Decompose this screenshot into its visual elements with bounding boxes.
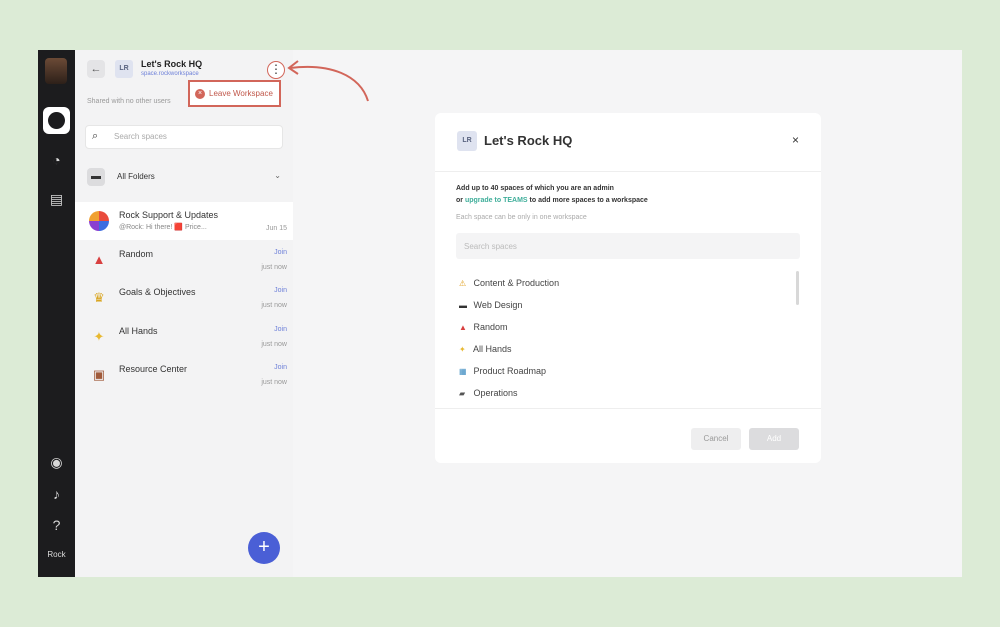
space-icon	[89, 211, 109, 231]
upgrade-prefix: or	[456, 197, 463, 204]
workspace-subtitle[interactable]: space.rockworkspace	[141, 71, 199, 77]
space-option[interactable]: ▬ Web Design	[459, 300, 559, 322]
workspace-icon[interactable]	[43, 107, 70, 134]
space-option[interactable]: ⚠ Content & Production	[459, 278, 559, 300]
book-icon: ▣	[92, 367, 106, 382]
dialog-instruction: Add up to 40 spaces of which you are an …	[456, 185, 614, 192]
list-item[interactable]: ♛ Goals & Objectives Join just now	[75, 279, 293, 317]
space-name: Random	[119, 249, 154, 259]
space-option-label: Web Design	[473, 300, 523, 310]
space-time: just now	[261, 341, 287, 348]
spaces-list: ⚠ Content & Production ▬ Web Design ▲ Ra…	[459, 278, 559, 410]
document-icon[interactable]: ▤	[48, 191, 65, 208]
list-item[interactable]: ▲ Random Join just now	[75, 241, 293, 279]
list-item[interactable]: Rock Support & Updates @Rock: Hi there! …	[75, 202, 293, 240]
space-option-label: All Hands	[473, 344, 512, 354]
sparkle-icon: ✦	[459, 345, 466, 354]
space-time: just now	[261, 264, 287, 271]
join-link[interactable]: Join	[274, 287, 287, 294]
space-option-label: Operations	[473, 388, 518, 398]
trophy-icon: ♛	[93, 290, 105, 305]
divider	[435, 171, 821, 172]
space-option-label: Random	[473, 322, 508, 332]
avatar[interactable]	[45, 58, 67, 84]
folders-label: All Folders	[117, 172, 155, 181]
list-item[interactable]: ▣ Resource Center Join just now	[75, 356, 293, 394]
monitor-icon: ▬	[459, 301, 467, 310]
rail-footer-label: Rock	[47, 550, 66, 559]
sparkle-icon: ✦	[93, 329, 105, 344]
spaces-search-input[interactable]: Search spaces	[456, 233, 800, 259]
dialog-title: Let's Rock HQ	[484, 133, 573, 148]
space-time: Jun 15	[265, 225, 287, 232]
user-icon[interactable]: ◉	[48, 454, 65, 471]
map-icon: ▦	[459, 367, 467, 376]
close-icon[interactable]: ×	[792, 133, 799, 147]
warning-icon: ⚠	[459, 279, 467, 288]
clock-icon[interactable]: ◔	[48, 152, 65, 169]
space-option[interactable]: ✦ All Hands	[459, 344, 559, 366]
cancel-button[interactable]: Cancel	[691, 428, 741, 450]
app-rail: ◔ ▤ ◉ ♪ ? Rock	[38, 50, 75, 577]
upgrade-link[interactable]: upgrade to TEAMS	[465, 197, 528, 204]
annotation-arrow	[287, 60, 369, 102]
list-item[interactable]: ✦ All Hands Join just now	[75, 318, 293, 356]
space-name: Rock Support & Updates	[119, 210, 219, 220]
space-option-label: Content & Production	[473, 278, 560, 288]
search-placeholder: Search spaces	[464, 242, 517, 251]
add-space-button[interactable]: +	[248, 532, 280, 564]
upgrade-suffix: to add more spaces to a workspace	[529, 197, 648, 204]
dialog-upgrade-line: or upgrade to TEAMS to add more spaces t…	[456, 197, 648, 204]
space-time: just now	[261, 379, 287, 386]
space-name: Goals & Objectives	[119, 287, 196, 297]
leave-workspace-button[interactable]: × Leave Workspace	[188, 80, 281, 107]
back-icon[interactable]: ←	[87, 60, 105, 78]
workspace-badge: LR	[457, 131, 477, 151]
add-button[interactable]: Add	[749, 428, 799, 450]
space-option-label: Product Roadmap	[473, 366, 547, 376]
toolbox-icon: ▰	[459, 389, 466, 398]
workspace-name: Let's Rock HQ	[141, 59, 203, 69]
space-option[interactable]: ▦ Product Roadmap	[459, 366, 559, 388]
space-preview: @Rock: Hi there! 🟥 Price...	[119, 224, 207, 231]
folder-icon: ▬	[87, 168, 105, 186]
leave-workspace-label: Leave Workspace	[209, 89, 273, 98]
divider	[435, 408, 821, 409]
dialog-note: Each space can be only in one workspace	[456, 214, 587, 221]
join-link[interactable]: Join	[274, 364, 287, 371]
space-name: Resource Center	[119, 364, 188, 374]
space-option[interactable]: ▲ Random	[459, 322, 559, 344]
search-input[interactable]: ⌕ Search spaces	[85, 125, 283, 149]
space-option[interactable]: ▰ Operations	[459, 388, 559, 410]
chevron-down-icon: ⌄	[274, 171, 281, 180]
sidebar: ← LR Let's Rock HQ space.rockworkspace ⋮…	[75, 50, 293, 577]
join-link[interactable]: Join	[274, 326, 287, 333]
search-icon: ⌕	[92, 130, 99, 142]
bell-icon[interactable]: ♪	[48, 486, 65, 503]
space-name: All Hands	[119, 326, 158, 336]
folders-selector[interactable]: ▬ All Folders ⌄	[87, 168, 281, 188]
search-placeholder: Search spaces	[114, 132, 167, 141]
workspace-badge: LR	[115, 60, 133, 78]
close-circle-icon: ×	[195, 89, 205, 99]
add-spaces-dialog: LR Let's Rock HQ × Add up to 40 spaces o…	[435, 113, 821, 463]
scrollbar[interactable]	[796, 271, 799, 305]
shared-text: Shared with no other users	[87, 98, 171, 105]
help-icon[interactable]: ?	[48, 517, 65, 534]
party-icon: ▲	[459, 323, 467, 332]
space-time: just now	[261, 302, 287, 309]
party-icon: ▲	[92, 252, 106, 267]
join-link[interactable]: Join	[274, 249, 287, 256]
